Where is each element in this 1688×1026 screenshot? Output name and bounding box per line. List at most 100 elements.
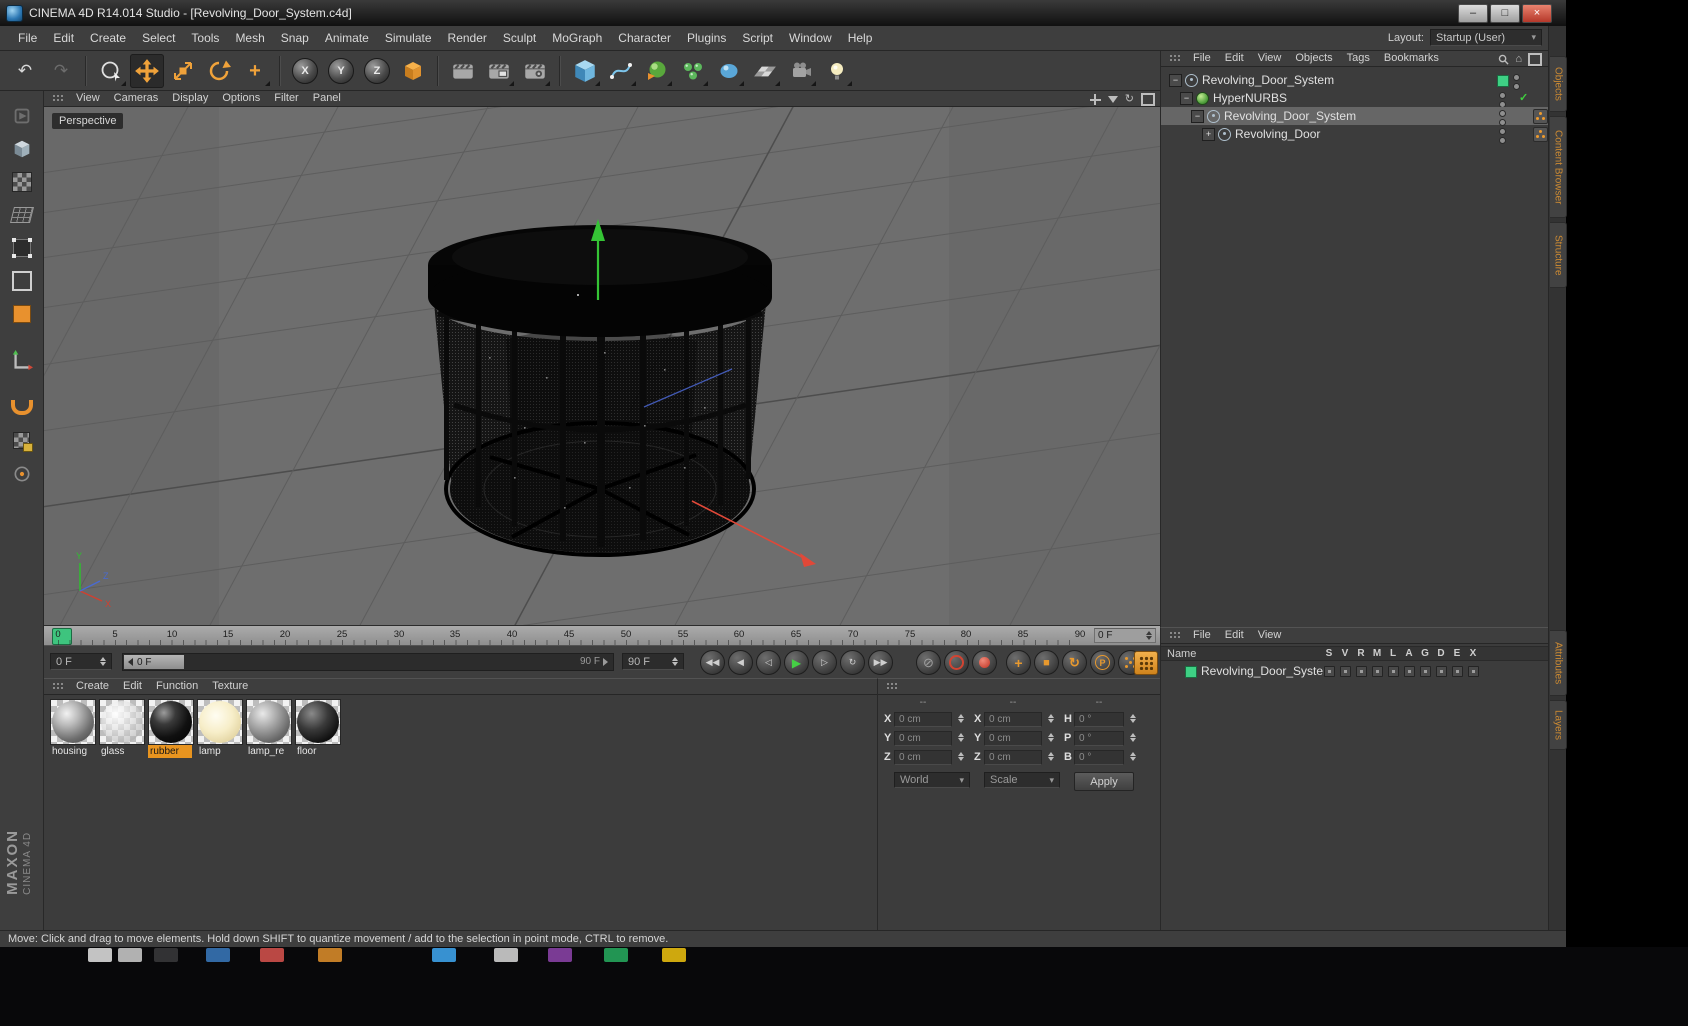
viewport-menu-view[interactable]: View (69, 91, 107, 106)
menu-plugins[interactable]: Plugins (679, 26, 734, 50)
expander-icon[interactable]: + (1202, 127, 1215, 141)
stepper-icon[interactable] (958, 752, 964, 761)
stepper-icon[interactable] (958, 714, 964, 723)
material-name[interactable]: housing (50, 745, 94, 758)
animation-toggle[interactable] (1404, 666, 1415, 677)
col-deformers[interactable]: D (1433, 648, 1449, 659)
goto-end-button[interactable]: ▶▶ (868, 650, 893, 675)
mograph-tag-icon[interactable] (1533, 127, 1548, 142)
add-cube-button[interactable] (568, 54, 602, 88)
snap-toggle[interactable] (4, 457, 40, 490)
material-thumbnail[interactable] (246, 699, 292, 745)
lock-toggle[interactable] (1388, 666, 1399, 677)
expressions-toggle[interactable] (1452, 666, 1463, 677)
expander-icon[interactable]: − (1169, 73, 1182, 87)
panel-grip[interactable] (1169, 631, 1182, 640)
col-lock[interactable]: L (1385, 648, 1401, 659)
redo-button[interactable]: ↷ (44, 54, 78, 88)
goto-start-button[interactable]: ◀◀ (700, 650, 725, 675)
taskbar-icon[interactable] (494, 948, 518, 962)
taskbar-icon[interactable] (154, 948, 178, 962)
hypernurbs-button[interactable] (640, 54, 674, 88)
preview-range-slider[interactable]: 0 F 90 F (122, 653, 614, 671)
viewport-menu-display[interactable]: Display (165, 91, 215, 106)
key-rotation-toggle[interactable]: ↻ (1062, 650, 1087, 675)
stepper-icon[interactable] (1048, 714, 1054, 723)
om-menu-bookmarks[interactable]: Bookmarks (1377, 51, 1446, 66)
key-position-toggle[interactable]: + (1006, 650, 1031, 675)
material-item-selected[interactable]: rubber (148, 699, 194, 758)
col-render[interactable]: R (1353, 648, 1369, 659)
render-settings-button[interactable] (518, 54, 552, 88)
magnet-tool-button[interactable] (4, 391, 40, 424)
tab-attributes[interactable]: Attributes (1550, 630, 1567, 696)
range-end-handle[interactable]: 90 F (580, 656, 608, 667)
tree-row-revolving-door[interactable]: + Revolving_Door (1161, 125, 1548, 144)
panel-grip[interactable] (52, 682, 65, 691)
material-thumbnail[interactable] (50, 699, 96, 745)
menu-window[interactable]: Window (781, 26, 840, 50)
texture-lock-toggle[interactable] (4, 424, 40, 457)
range-start-handle[interactable]: 0 F (124, 655, 184, 669)
minimize-button[interactable]: – (1458, 4, 1488, 23)
om-menu-objects[interactable]: Objects (1288, 51, 1339, 66)
position-column-header[interactable]: -- (908, 697, 938, 708)
pos-x-field[interactable]: 0 cm (894, 712, 952, 727)
taskbar-icon[interactable] (604, 948, 628, 962)
pan-view-icon[interactable] (1089, 94, 1101, 105)
material-menu-edit[interactable]: Edit (116, 679, 149, 694)
key-parameter-toggle[interactable]: P (1090, 650, 1115, 675)
xref-toggle[interactable] (1468, 666, 1479, 677)
tab-content-browser[interactable]: Content Browser (1550, 116, 1567, 218)
menu-animate[interactable]: Animate (317, 26, 377, 50)
panel-grip[interactable] (1169, 54, 1182, 63)
prev-key-button[interactable]: ◀ (728, 650, 753, 675)
material-thumbnail[interactable] (197, 699, 243, 745)
tree-row-hypernurbs[interactable]: − HyperNURBS ✓ (1161, 89, 1548, 108)
rot-h-field[interactable]: 0 ° (1074, 712, 1124, 727)
lock-x-toggle[interactable]: X (288, 54, 322, 88)
keyframe-selection-button[interactable] (1134, 651, 1158, 675)
tab-layers[interactable]: Layers (1550, 700, 1567, 750)
taskbar-icon[interactable] (662, 948, 686, 962)
material-menu-function[interactable]: Function (149, 679, 205, 694)
refresh-view-icon[interactable]: ↻ (1125, 94, 1134, 105)
lock-z-toggle[interactable]: Z (360, 54, 394, 88)
panel-grip[interactable] (886, 682, 899, 691)
viewport-menu-options[interactable]: Options (215, 91, 267, 106)
live-selection-tool[interactable] (94, 54, 128, 88)
taskbar-icon[interactable] (260, 948, 284, 962)
tab-objects[interactable]: Objects (1550, 56, 1567, 112)
mograph-tag-icon[interactable] (1533, 109, 1548, 124)
make-editable-button[interactable] (4, 99, 40, 132)
material-thumbnail[interactable] (295, 699, 341, 745)
tree-row-revolving-door-system-child[interactable]: − Revolving_Door_System (1161, 107, 1548, 126)
lock-y-toggle[interactable]: Y (324, 54, 358, 88)
array-button[interactable] (676, 54, 710, 88)
material-menu-texture[interactable]: Texture (205, 679, 255, 694)
key-scale-toggle[interactable]: ■ (1034, 650, 1059, 675)
menu-file[interactable]: File (10, 26, 45, 50)
visibility-dots[interactable] (1499, 92, 1506, 108)
rot-p-field[interactable]: 0 ° (1074, 731, 1124, 746)
menu-simulate[interactable]: Simulate (377, 26, 440, 50)
prev-frame-button[interactable]: ◁ (756, 650, 781, 675)
menu-snap[interactable]: Snap (273, 26, 317, 50)
taskbar-icon[interactable] (432, 948, 456, 962)
workplane-mode-button[interactable] (4, 198, 40, 231)
material-name[interactable]: glass (99, 745, 143, 758)
viewport-menu-panel[interactable]: Panel (306, 91, 348, 106)
material-name[interactable]: lamp (197, 745, 241, 758)
material-name[interactable]: rubber (148, 745, 192, 758)
lm-menu-edit[interactable]: Edit (1218, 628, 1251, 643)
col-animation[interactable]: A (1401, 648, 1417, 659)
timeline-ruler[interactable]: 0 5 10 15 20 25 30 35 40 45 50 55 60 65 … (44, 625, 1160, 645)
camera-object-button[interactable] (784, 54, 818, 88)
material-item[interactable]: floor (295, 699, 341, 758)
record-disabled-button[interactable]: ⊘ (916, 650, 941, 675)
rotate-tool[interactable] (202, 54, 236, 88)
current-frame-field[interactable]: 0 F (50, 653, 112, 670)
visibility-dots[interactable] (1499, 128, 1506, 144)
col-xref[interactable]: X (1465, 648, 1481, 659)
stepper-icon[interactable] (1048, 733, 1054, 742)
